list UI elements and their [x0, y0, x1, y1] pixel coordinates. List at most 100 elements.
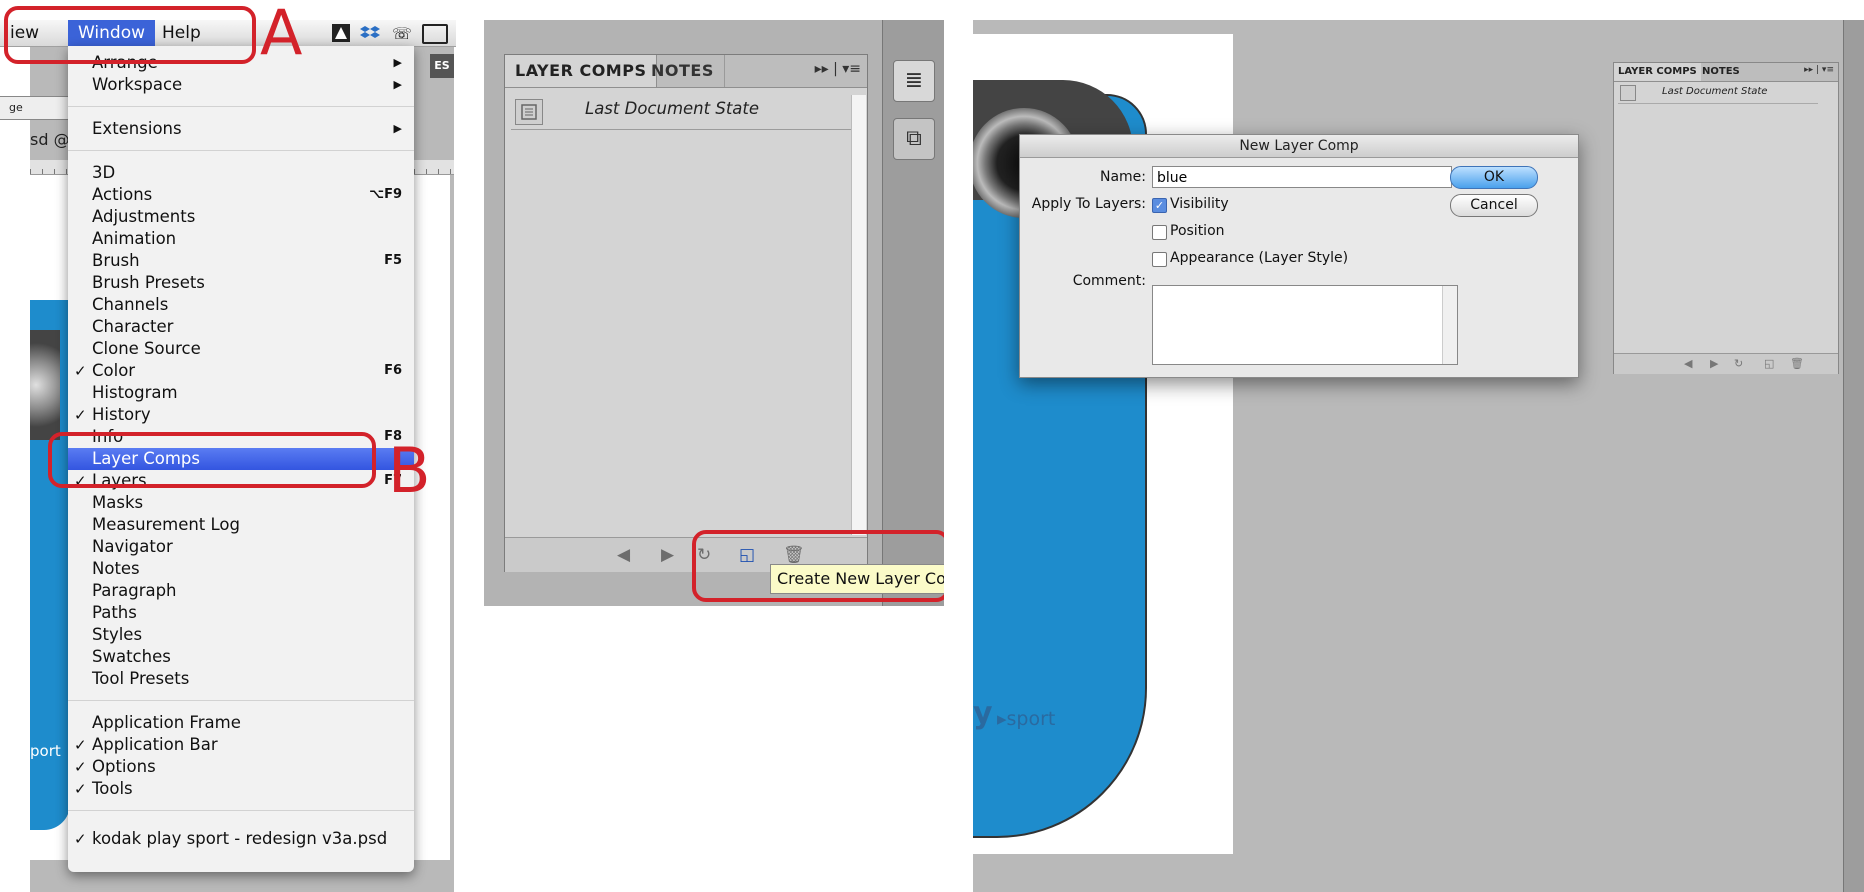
menu-item-extensions[interactable]: Extensions ▶ [68, 118, 414, 140]
submenu-arrow-icon: ▶ [393, 122, 402, 135]
name-input[interactable]: blue [1152, 166, 1452, 188]
name-label: Name: [1099, 169, 1146, 185]
list-item[interactable]: Last Document State [1618, 83, 1818, 104]
document-tab-label[interactable]: sd @ [30, 130, 70, 149]
menu-item-label: Workspace [92, 75, 183, 94]
menu-item-label: Navigator [92, 537, 173, 556]
menu-item-animation[interactable]: Animation [68, 228, 414, 250]
menu-item-brush[interactable]: Brush F5 [68, 250, 414, 272]
menu-item-clone-source[interactable]: Clone Source [68, 338, 414, 360]
menu-item-label: Brush [92, 251, 140, 270]
panel-tab-bar: LAYER COMPS NOTES ▸▸ | ▾≡ [505, 55, 867, 88]
phone-icon[interactable]: ☏ [392, 24, 412, 43]
dropbox-icon[interactable] [360, 24, 380, 46]
menu-item-channels[interactable]: Channels [68, 294, 414, 316]
es-badge[interactable]: ES [430, 54, 454, 78]
appearance-checkbox[interactable] [1152, 252, 1167, 267]
menu-item-paths[interactable]: Paths [68, 602, 414, 624]
checkmark-icon: ✓ [74, 362, 87, 380]
menu-item-label: Adjustments [92, 207, 196, 226]
layer-comps-panel-screenshot: LAYER COMPS NOTES ▸▸ | ▾≡ Last Document … [484, 20, 944, 606]
visibility-label: Visibility [1170, 196, 1229, 212]
menu-item-workspace[interactable]: Workspace ▶ [68, 74, 414, 96]
menu-item-brush-presets[interactable]: Brush Presets [68, 272, 414, 294]
submenu-arrow-icon: ▶ [393, 56, 402, 69]
previous-comp-icon[interactable]: ◀ [1684, 357, 1692, 370]
menu-item-swatches[interactable]: Swatches [68, 646, 414, 668]
menu-item-actions[interactable]: Actions ⌥F9 [68, 184, 414, 206]
panel-menu-icon[interactable]: ▸▸ | ▾≡ [815, 61, 861, 77]
panel-scrollbar[interactable] [851, 95, 866, 535]
position-label: Position [1170, 223, 1225, 239]
camera-logo-letter: y [973, 696, 993, 731]
menu-item-label: Clone Source [92, 339, 201, 358]
menu-item-label: Application Bar [92, 735, 218, 754]
previous-comp-icon[interactable]: ◀ [617, 545, 630, 565]
update-comp-icon[interactable]: ↻ [1734, 357, 1743, 370]
menu-item-application-bar[interactable]: ✓ Application Bar [68, 734, 414, 756]
menu-item-tool-presets[interactable]: Tool Presets [68, 668, 414, 690]
dialog-title: New Layer Comp [1020, 135, 1578, 158]
menu-item-color[interactable]: ✓ Color F6 [68, 360, 414, 382]
menu-item-label: Tools [92, 779, 133, 798]
menu-separator [68, 106, 414, 107]
menu-item-adjustments[interactable]: Adjustments [68, 206, 414, 228]
menu-item-3d[interactable]: 3D [68, 162, 414, 184]
panel-menu-icon[interactable]: ▸▸ | ▾≡ [1804, 65, 1834, 75]
comment-textarea[interactable] [1152, 285, 1458, 365]
position-checkbox[interactable] [1152, 225, 1167, 240]
menu-separator [68, 700, 414, 701]
menu-item-label: Options [92, 757, 156, 776]
tab-layer-comps[interactable]: LAYER COMPS [1614, 63, 1701, 81]
annotation-box-a [4, 6, 256, 64]
shortcut-label: F5 [384, 253, 402, 268]
annotation-letter-b: B [388, 434, 431, 507]
layer-comps-panel: LAYER COMPS NOTES ▸▸ | ▾≡ Last Document … [504, 54, 868, 572]
menu-item-navigator[interactable]: Navigator [68, 536, 414, 558]
adobe-icon[interactable] [332, 24, 350, 42]
menu-item-open-document[interactable]: ✓ kodak play sport - redesign v3a.psd [68, 828, 414, 850]
layer-comp-icon[interactable] [515, 99, 543, 125]
menu-item-histogram[interactable]: Histogram [68, 382, 414, 404]
menu-item-options[interactable]: ✓ Options [68, 756, 414, 778]
menu-item-history[interactable]: ✓ History [68, 404, 414, 426]
tab-layer-comps[interactable]: LAYER COMPS [505, 55, 658, 87]
tab-notes[interactable]: NOTES [641, 55, 725, 87]
next-comp-icon[interactable]: ▶ [661, 545, 674, 565]
checkmark-icon: ✓ [74, 780, 87, 798]
options-bar-button[interactable]: ge [0, 96, 78, 120]
comment-scrollbar[interactable] [1442, 286, 1457, 364]
list-item[interactable]: Last Document State [511, 95, 851, 130]
next-comp-icon[interactable]: ▶ [1710, 357, 1718, 370]
checkmark-icon: ✓ [74, 736, 87, 754]
menu-item-paragraph[interactable]: Paragraph [68, 580, 414, 602]
menu-item-character[interactable]: Character [68, 316, 414, 338]
menu-item-label: Application Frame [92, 713, 241, 732]
menu-item-label: History [92, 405, 151, 424]
menu-item-tools[interactable]: ✓ Tools [68, 778, 414, 800]
layer-comps-dock-icon[interactable]: ≣ [893, 60, 935, 102]
menu-separator [68, 150, 414, 151]
menu-item-application-frame[interactable]: Application Frame [68, 712, 414, 734]
layer-comp-icon[interactable] [1620, 85, 1636, 101]
menu-item-notes[interactable]: Notes [68, 558, 414, 580]
ok-button[interactable]: OK [1450, 166, 1538, 189]
menu-item-masks[interactable]: Masks [68, 492, 414, 514]
menu-item-label: Brush Presets [92, 273, 205, 292]
shortcut-label: ⌥F9 [369, 187, 402, 202]
menu-item-measurement-log[interactable]: Measurement Log [68, 514, 414, 536]
layer-comp-label: Last Document State [1662, 86, 1768, 97]
menu-item-styles[interactable]: Styles [68, 624, 414, 646]
menu-item-label: Extensions [92, 119, 182, 138]
trash-icon[interactable]: 🗑 [1790, 357, 1804, 370]
menu-item-label: Paths [92, 603, 137, 622]
display-icon[interactable] [422, 24, 448, 44]
copy-dock-icon[interactable]: ⧉ [893, 118, 935, 160]
tab-notes[interactable]: NOTES [1698, 63, 1744, 81]
menu-item-label: Paragraph [92, 581, 177, 600]
menu-item-label: Actions [92, 185, 153, 204]
apply-to-layers-label: Apply To Layers: [1031, 196, 1146, 212]
new-layer-comp-icon[interactable]: ◱ [1764, 357, 1774, 370]
cancel-button[interactable]: Cancel [1450, 194, 1538, 217]
visibility-checkbox[interactable]: ✓ [1152, 198, 1167, 213]
